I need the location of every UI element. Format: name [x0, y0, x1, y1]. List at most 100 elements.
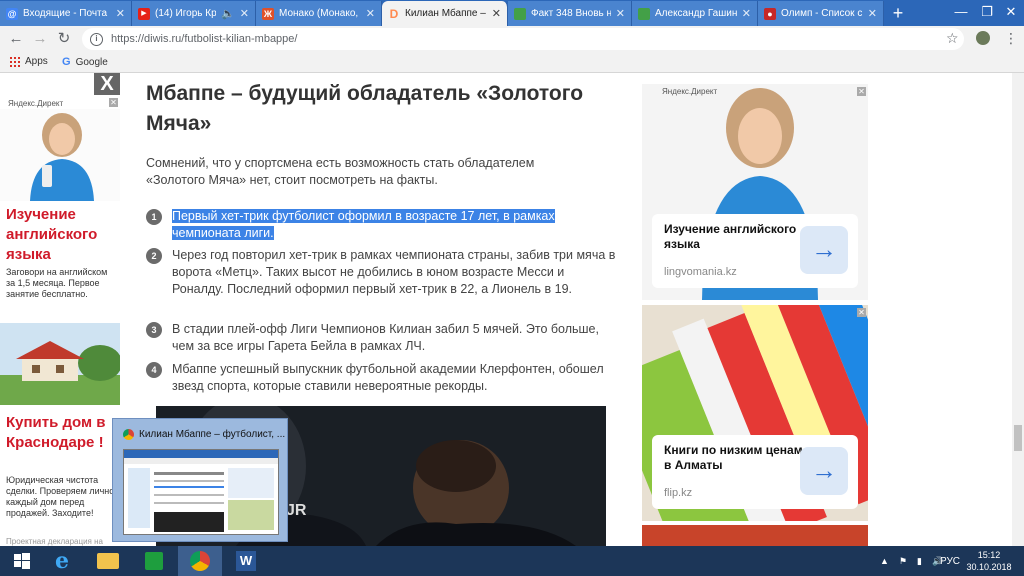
maximize-icon[interactable]: ❐ [974, 4, 1000, 20]
list-text: В стадии плей-офф Лиги Чемпионов Килиан … [172, 322, 599, 353]
right-ad-3[interactable] [642, 525, 868, 546]
ad-card-title: Книги по низким ценам в Алматы [664, 443, 803, 472]
tab-title: Монако (Монако, [279, 8, 359, 19]
left-ad-panel: Яндекс.Директ ✕ Изучение английского язы… [0, 95, 120, 546]
tab-olimp[interactable]: ● Олимп - Список с ✕ [758, 1, 884, 26]
chrome-icon [190, 551, 210, 571]
tab-mbappe-active[interactable]: D Килиан Мбаппе – ✕ [382, 1, 508, 26]
ad-girl-image[interactable] [0, 109, 120, 201]
ad-close-icon[interactable]: ✕ [857, 308, 866, 317]
menu-icon[interactable]: ⋮ [1004, 30, 1018, 47]
clock-date: 30.10.2018 [966, 562, 1012, 572]
scrollbar[interactable] [1012, 73, 1024, 546]
ad-close-icon[interactable]: ✕ [857, 87, 866, 96]
list-number: 4 [146, 362, 162, 378]
selected-text[interactable]: Первый хет-трик футболист оформил в возр… [172, 209, 555, 240]
tab-youtube[interactable]: ▶ (14) Игорь Кру 🔈 ✕ [132, 1, 256, 26]
bookmark-google[interactable]: G Google [62, 56, 108, 68]
tab-monaco[interactable]: Ж Монако (Монако, ✕ [256, 1, 382, 26]
bookmark-label: Apps [25, 56, 48, 67]
list-text: Мбаппе успешный выпускник футбольной ака… [172, 362, 604, 393]
ad-text-2: Юридическая чистота сделки. Проверяем ли… [6, 475, 115, 518]
ad-title-2[interactable]: Купить дом в Краснодаре ! [6, 413, 116, 453]
right-ad-1[interactable]: Яндекс.Директ ✕ Изучение английского язы… [642, 84, 868, 300]
ad-card[interactable]: Изучение английского языка lingvomania.k… [652, 214, 858, 288]
sheet-icon [638, 7, 650, 20]
taskbar-store[interactable] [132, 546, 176, 576]
system-tray: ▲ ⚑ ▮ 🔊 [880, 546, 943, 576]
list-item: 1 Первый хет-трик футболист оформил в во… [146, 208, 616, 242]
sheet-icon [514, 7, 526, 20]
ad-card-domain: flip.kz [664, 487, 693, 499]
back-icon[interactable]: ← [6, 29, 26, 49]
new-tab-button[interactable]: + [888, 3, 908, 24]
close-icon[interactable]: ✕ [742, 7, 751, 20]
profile-avatar[interactable] [976, 31, 990, 45]
clock[interactable]: 15:12 30.10.2018 [966, 546, 1012, 576]
close-icon[interactable]: ✕ [116, 7, 125, 20]
list-number: 1 [146, 209, 162, 225]
ad-label: Яндекс.Директ [8, 99, 64, 108]
taskbar-word[interactable]: W [224, 546, 268, 576]
list-number: 3 [146, 322, 162, 338]
apps-icon [10, 56, 20, 67]
tab-title: Входящие - Почта [23, 8, 108, 19]
tab-title: (14) Игорь Кру [155, 8, 217, 19]
ad-text: Заговори на английском за 1,5 месяца. Пе… [6, 267, 108, 299]
windows-logo-icon [14, 553, 30, 569]
tab-title: Факт 348 Вновь не [531, 8, 611, 19]
clock-time: 15:12 [977, 550, 1001, 560]
speaker-icon[interactable]: 🔈 [221, 7, 235, 20]
minimize-icon[interactable]: — [948, 4, 974, 19]
taskbar-chrome[interactable] [178, 546, 222, 576]
tab-title: Килиан Мбаппе – [405, 8, 486, 19]
thumbnail-image [123, 449, 279, 535]
ad-footer: Проектная декларация на [6, 537, 103, 546]
tab-gashin[interactable]: Александр Гашин ✕ [632, 1, 758, 26]
close-icon[interactable]: ✕ [366, 7, 375, 20]
network-icon[interactable]: ▮ [917, 556, 922, 567]
tab-title: Александр Гашин [655, 8, 737, 19]
tab-inbox[interactable]: @ Входящие - Почта ✕ [0, 1, 132, 26]
site-icon: ● [764, 7, 776, 20]
close-icon[interactable]: ✕ [240, 7, 249, 20]
window-close-icon[interactable]: ✕ [998, 4, 1024, 20]
bookmark-star-icon[interactable]: ☆ [946, 30, 959, 47]
taskbar-explorer[interactable] [86, 546, 130, 576]
mail-icon: @ [6, 7, 18, 20]
info-icon[interactable]: i [90, 32, 103, 46]
jersey-text: JR [286, 502, 307, 519]
ad-title[interactable]: Изучение английского языка [6, 205, 116, 265]
forward-icon[interactable]: → [30, 29, 50, 49]
arrow-right-icon[interactable]: → [800, 447, 848, 495]
close-icon[interactable]: ✕ [868, 7, 877, 20]
scrollbar-thumb[interactable] [1014, 425, 1022, 451]
address-bar[interactable]: i https://diwis.ru/futbolist-kilian-mbap… [82, 28, 964, 50]
close-icon[interactable]: ✕ [492, 7, 501, 20]
site-icon: Ж [262, 7, 274, 20]
ad-card[interactable]: Книги по низким ценам в Алматы flip.kz → [652, 435, 858, 509]
site-icon: D [389, 6, 399, 21]
tray-up-icon[interactable]: ▲ [880, 556, 889, 566]
article-heading: Мбаппе – будущий обладатель «Золотого Мя… [146, 82, 584, 135]
taskbar-thumbnail-preview[interactable]: Килиан Мбаппе – футболист, ... [112, 418, 288, 542]
thumbnail-title-row: Килиан Мбаппе – футболист, ... [123, 429, 285, 440]
tab-fact[interactable]: Факт 348 Вновь не ✕ [508, 1, 632, 26]
arrow-right-icon[interactable]: → [800, 226, 848, 274]
language-indicator[interactable]: РУС [940, 546, 960, 576]
ad-house-image[interactable] [0, 323, 120, 405]
close-icon[interactable]: ✕ [616, 7, 625, 20]
taskbar-ie[interactable]: e [40, 546, 84, 576]
right-ad-2[interactable]: ✕ Книги по низким ценам в Алматы flip.kz… [642, 305, 868, 521]
start-button[interactable] [0, 546, 44, 576]
bookmark-apps[interactable]: Apps [10, 56, 48, 67]
reload-icon[interactable]: ↻ [54, 29, 74, 49]
ad-card-title: Изучение английского языка [664, 222, 797, 251]
flag-icon[interactable]: ⚑ [899, 556, 907, 567]
url-text: https://diwis.ru/futbolist-kilian-mbappe… [111, 33, 298, 45]
ad-close-button[interactable]: X [94, 73, 120, 95]
ad-close-icon[interactable]: ✕ [109, 98, 118, 107]
youtube-icon: ▶ [138, 7, 150, 20]
list-text: Через год повторил хет-трик в рамках чем… [172, 248, 616, 296]
chrome-icon [123, 429, 134, 440]
